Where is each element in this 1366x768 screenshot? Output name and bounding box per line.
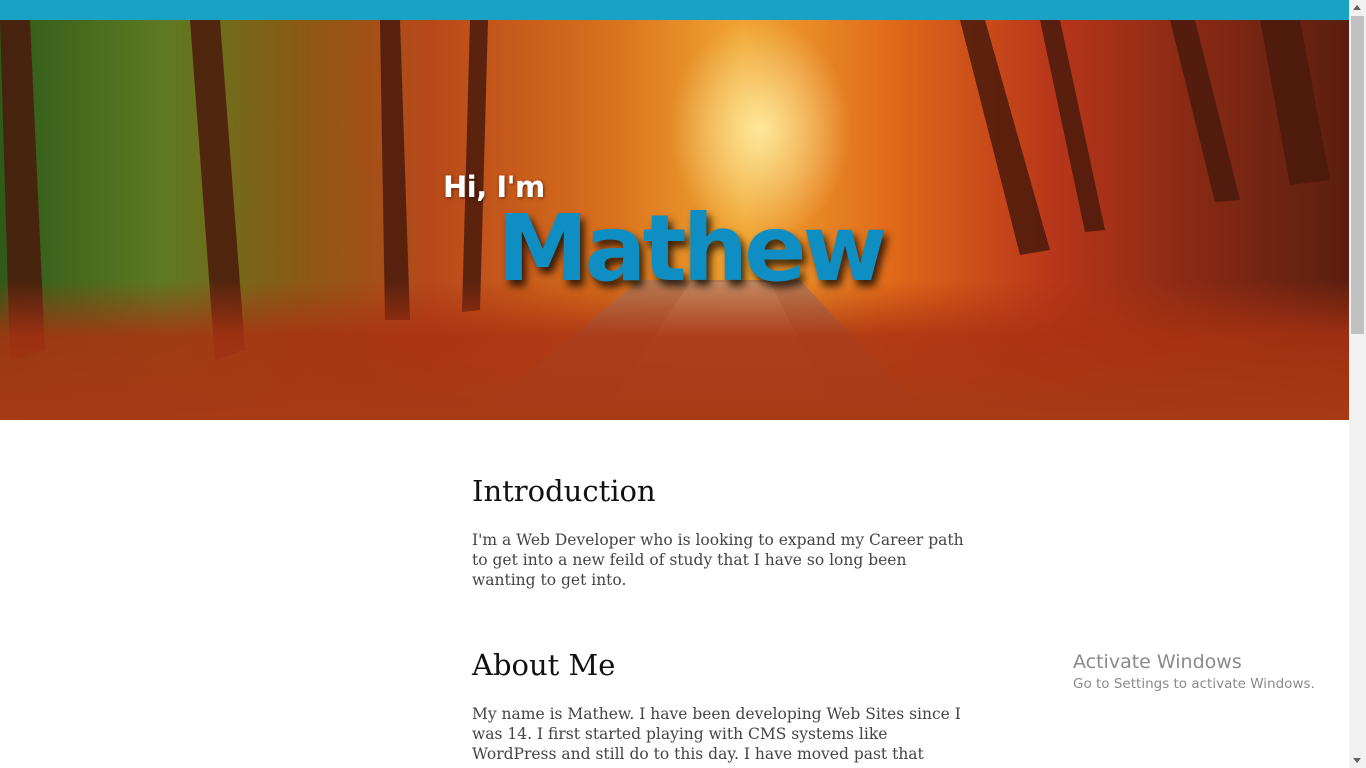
top-bar (0, 0, 1349, 20)
scroll-down-arrow-icon[interactable] (1353, 758, 1361, 763)
introduction-heading: Introduction (472, 474, 656, 508)
about-me-text: My name is Mathew. I have been developin… (472, 705, 961, 763)
about-me-heading: About Me (472, 648, 616, 682)
introduction-text: I'm a Web Developer who is looking to ex… (472, 531, 964, 589)
hero-banner: Hi, I'm Mathew (0, 20, 1349, 420)
introduction-section: Introduction I'm a Web Developer who is … (472, 474, 972, 590)
about-me-section: About Me My name is Mathew. I have been … (472, 648, 972, 764)
scrollbar-thumb[interactable] (1351, 16, 1364, 334)
scroll-up-arrow-icon[interactable] (1353, 5, 1361, 10)
windows-activation-watermark: Activate Windows Go to Settings to activ… (1073, 651, 1315, 695)
hero-name: Mathew (497, 195, 887, 302)
watermark-title: Activate Windows (1073, 651, 1242, 673)
watermark-subtitle: Go to Settings to activate Windows. (1073, 676, 1315, 692)
vertical-scrollbar[interactable] (1349, 0, 1366, 768)
